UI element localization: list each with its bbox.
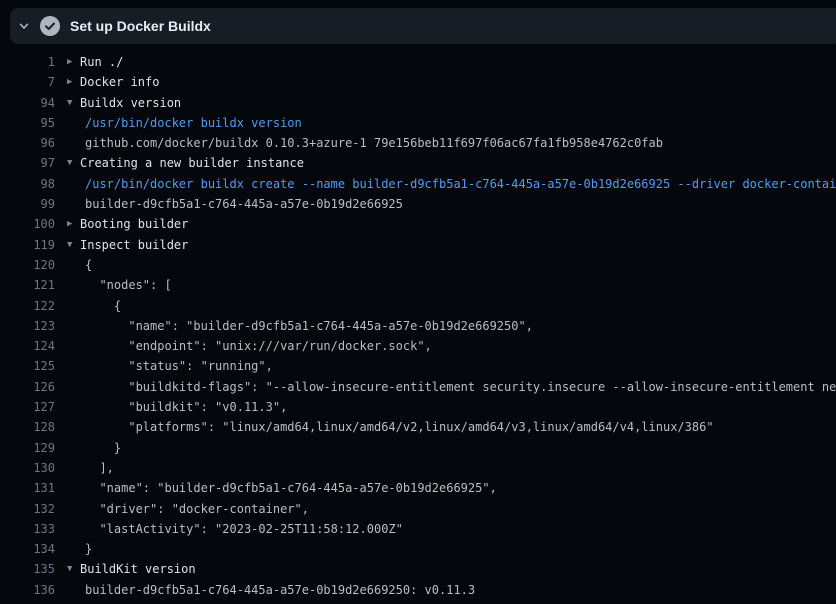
log-text: Inspect builder	[80, 235, 188, 255]
chevron-down-icon[interactable]	[18, 19, 30, 33]
log-text: builder-d9cfb5a1-c764-445a-a57e-0b19d2e6…	[85, 194, 403, 214]
log-row: 136 builder-d9cfb5a1-c764-445a-a57e-0b19d…	[0, 580, 836, 600]
log-row: 99 builder-d9cfb5a1-c764-445a-a57e-0b19d2…	[0, 194, 836, 214]
triangle-down-icon: ▼	[67, 235, 80, 255]
line-number-link[interactable]: 127	[0, 397, 55, 417]
log-row: 95/usr/bin/docker buildx version	[0, 113, 836, 133]
log-row[interactable]: 100 ▶Booting builder	[0, 214, 836, 234]
line-number-link[interactable]: 100	[0, 214, 55, 234]
check-circle-icon	[40, 16, 60, 36]
log-text: BuildKit version	[80, 559, 196, 579]
log-text: {	[85, 255, 92, 275]
log-row[interactable]: 135 ▼BuildKit version	[0, 559, 836, 579]
triangle-down-icon: ▼	[67, 93, 80, 113]
log-text: "name": "builder-d9cfb5a1-c764-445a-a57e…	[85, 478, 497, 498]
log-row: 132 "driver": "docker-container",	[0, 499, 836, 519]
line-number-link[interactable]: 99	[0, 194, 55, 214]
log-text: /usr/bin/docker buildx create --name bui…	[85, 174, 836, 194]
log-row: 126 "buildkitd-flags": "--allow-insecure…	[0, 377, 836, 397]
log-text: "buildkitd-flags": "--allow-insecure-ent…	[85, 377, 836, 397]
log-text: Run ./	[80, 52, 123, 72]
line-number-link[interactable]: 122	[0, 296, 55, 316]
line-number-link[interactable]: 129	[0, 438, 55, 458]
log-text: Booting builder	[80, 214, 188, 234]
log-text: "nodes": [	[85, 275, 172, 295]
line-number-link[interactable]: 136	[0, 580, 55, 600]
log-text: "endpoint": "unix:///var/run/docker.sock…	[85, 336, 432, 356]
log-text: }	[85, 438, 121, 458]
line-number-link[interactable]: 95	[0, 113, 55, 133]
log-row: 125 "status": "running",	[0, 356, 836, 376]
line-number-link[interactable]: 130	[0, 458, 55, 478]
line-number-link[interactable]: 125	[0, 356, 55, 376]
line-number-link[interactable]: 123	[0, 316, 55, 336]
line-number-link[interactable]: 131	[0, 478, 55, 498]
log-text: "name": "builder-d9cfb5a1-c764-445a-a57e…	[85, 316, 533, 336]
log-row: 124 "endpoint": "unix:///var/run/docker.…	[0, 336, 836, 356]
log-row: 120 {	[0, 255, 836, 275]
log-text: "platforms": "linux/amd64,linux/amd64/v2…	[85, 417, 714, 437]
log-text: Docker info	[80, 72, 159, 92]
log-text: "lastActivity": "2023-02-25T11:58:12.000…	[85, 519, 403, 539]
log-row[interactable]: 7 ▶Docker info	[0, 72, 836, 92]
log-row[interactable]: 119 ▼Inspect builder	[0, 235, 836, 255]
log-text: ],	[85, 458, 114, 478]
line-number-link[interactable]: 94	[0, 93, 55, 113]
line-number-link[interactable]: 1	[0, 52, 55, 72]
triangle-down-icon: ▼	[67, 153, 80, 173]
log-row: 134}	[0, 539, 836, 559]
log-row: 122 {	[0, 296, 836, 316]
line-number-link[interactable]: 121	[0, 275, 55, 295]
log-text: "status": "running",	[85, 356, 273, 376]
log-row: 127 "buildkit": "v0.11.3",	[0, 397, 836, 417]
log-row: 130 ],	[0, 458, 836, 478]
log-row[interactable]: 94 ▼Buildx version	[0, 93, 836, 113]
line-number-link[interactable]: 96	[0, 133, 55, 153]
line-number-link[interactable]: 128	[0, 417, 55, 437]
log-row: 129 }	[0, 438, 836, 458]
line-number-link[interactable]: 126	[0, 377, 55, 397]
step-title: Set up Docker Buildx	[70, 18, 211, 34]
log-row: 98/usr/bin/docker buildx create --name b…	[0, 174, 836, 194]
log-text: {	[85, 296, 121, 316]
line-number-link[interactable]: 7	[0, 72, 55, 92]
triangle-right-icon: ▶	[67, 52, 80, 72]
line-number-link[interactable]: 135	[0, 559, 55, 579]
log-text: /usr/bin/docker buildx version	[85, 113, 302, 133]
log-row: 96 github.com/docker/buildx 0.10.3+azure-…	[0, 133, 836, 153]
log-row: 121 "nodes": [	[0, 275, 836, 295]
log-row: 131 "name": "builder-d9cfb5a1-c764-445a-…	[0, 478, 836, 498]
log-text: "buildkit": "v0.11.3",	[85, 397, 287, 417]
triangle-right-icon: ▶	[67, 214, 80, 234]
line-number-link[interactable]: 133	[0, 519, 55, 539]
line-number-link[interactable]: 124	[0, 336, 55, 356]
log-text: github.com/docker/buildx 0.10.3+azure-1 …	[85, 133, 663, 153]
log-row: 128 "platforms": "linux/amd64,linux/amd6…	[0, 417, 836, 437]
line-number-link[interactable]: 132	[0, 499, 55, 519]
log-text: "driver": "docker-container",	[85, 499, 309, 519]
line-number-link[interactable]: 97	[0, 153, 55, 173]
log-text: Buildx version	[80, 93, 181, 113]
line-number-link[interactable]: 134	[0, 539, 55, 559]
log-text: builder-d9cfb5a1-c764-445a-a57e-0b19d2e6…	[85, 580, 475, 600]
log-text: Creating a new builder instance	[80, 153, 304, 173]
triangle-down-icon: ▼	[67, 559, 80, 579]
log-lines: 1▶Run ./7▶Docker info94▼Buildx version95…	[0, 52, 836, 600]
log-row[interactable]: 1 ▶Run ./	[0, 52, 836, 72]
log-row: 123 "name": "builder-d9cfb5a1-c764-445a-…	[0, 316, 836, 336]
step-header[interactable]: Set up Docker Buildx	[10, 8, 836, 44]
line-number-link[interactable]: 120	[0, 255, 55, 275]
line-number-link[interactable]: 98	[0, 174, 55, 194]
log-text: }	[85, 539, 92, 559]
triangle-right-icon: ▶	[67, 72, 80, 92]
log-row[interactable]: 97 ▼Creating a new builder instance	[0, 153, 836, 173]
line-number-link[interactable]: 119	[0, 235, 55, 255]
log-row: 133 "lastActivity": "2023-02-25T11:58:12…	[0, 519, 836, 539]
